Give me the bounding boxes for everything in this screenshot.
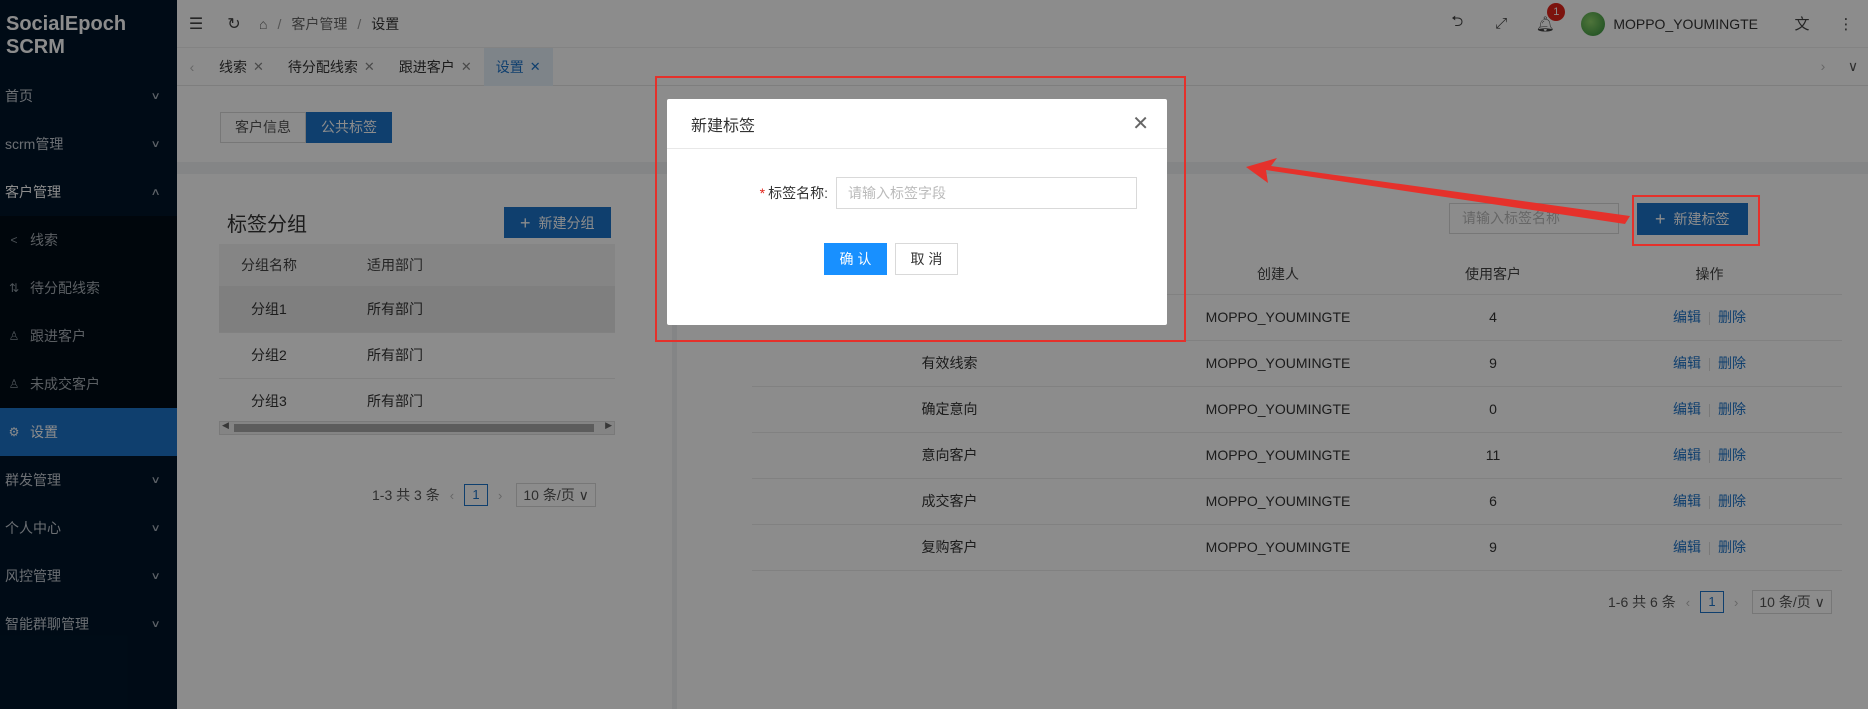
annotation-arrow [1246,158,1630,224]
